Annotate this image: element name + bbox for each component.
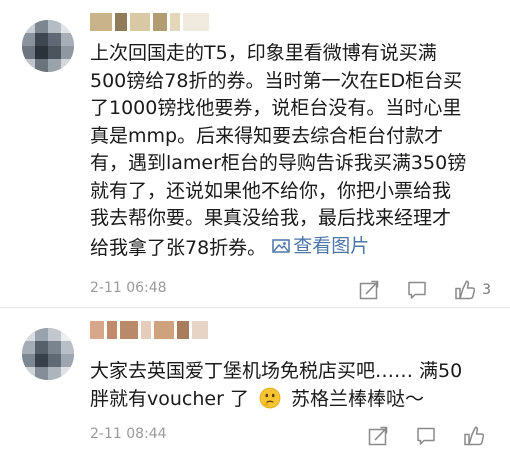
comment-line: 我去帮你要。果真没给我，最后找来经理才 xyxy=(90,207,452,229)
view-images-link[interactable]: 查看图片 xyxy=(272,233,369,261)
comment-icon xyxy=(408,281,426,299)
comment-text: 上次回国走的T5，印象里看微博有说买满 500镑给78折的券。当时第一次在ED柜… xyxy=(90,40,495,260)
like-count: 3 xyxy=(482,282,491,298)
username-blurred[interactable] xyxy=(90,10,209,34)
share-button[interactable] xyxy=(356,278,382,302)
comment-line: 了1000镑找他要券，说柜台没有。当时心里 xyxy=(90,97,462,119)
comment-line: 有，遇到lamer柜台的导购告诉我买满350镑 xyxy=(90,152,467,174)
image-icon xyxy=(272,239,290,253)
comment-line: 给我拿了张78折券。 xyxy=(90,236,267,259)
comment-last-line: 给我拿了张78折券。 查看图片 xyxy=(90,233,495,261)
comment-meta: 2-11 06:48 3 xyxy=(90,278,495,302)
username-blurred[interactable] xyxy=(90,318,208,342)
comment-line: 上次回国走的T5，印象里看微博有说买满 xyxy=(90,42,437,64)
comment-line: 500镑给78折的券。当时第一次在ED柜台买 xyxy=(90,69,463,92)
timestamp: 2-11 06:48 xyxy=(90,280,167,296)
like-icon-wrap xyxy=(452,278,478,302)
comment-button[interactable] xyxy=(413,424,439,448)
thumbs-up-icon xyxy=(455,280,476,300)
like-button[interactable] xyxy=(461,424,491,448)
comment-item: 大家去英国爱丁堡机场免税店买吧…… 满50 胖就有voucher 了 苏格兰棒棒… xyxy=(0,308,510,458)
comment-line: 大家去英国爱丁堡机场免税店买吧…… 满50 xyxy=(90,360,463,382)
comment-line: 真是mmp。后来得知要去综合柜台付款才 xyxy=(90,124,444,147)
avatar[interactable] xyxy=(22,328,74,380)
view-images-label: 查看图片 xyxy=(293,234,370,257)
share-icon xyxy=(368,426,388,446)
share-button[interactable] xyxy=(365,424,391,448)
comment-meta: 2-11 08:44 xyxy=(90,424,495,448)
comment-actions: 3 xyxy=(334,278,491,302)
comment-icon xyxy=(417,427,435,445)
avatar[interactable] xyxy=(22,20,74,72)
comment-last-line: 胖就有voucher 了 苏格兰棒棒哒～ xyxy=(90,386,495,414)
thinking-emoji-icon xyxy=(259,387,281,408)
comment-button[interactable] xyxy=(404,278,430,302)
share-icon xyxy=(359,280,379,300)
comment-line: 胖就有voucher 了 xyxy=(90,387,249,410)
comment-text: 大家去英国爱丁堡机场免税店买吧…… 满50 胖就有voucher 了 苏格兰棒棒… xyxy=(90,358,495,413)
comment-actions xyxy=(343,424,491,448)
comment-line: 苏格兰棒棒哒～ xyxy=(291,387,425,410)
timestamp: 2-11 08:44 xyxy=(90,426,167,442)
like-button[interactable]: 3 xyxy=(452,278,491,302)
like-icon-wrap xyxy=(461,424,487,448)
thumbs-up-icon xyxy=(464,426,485,446)
comment-item: 上次回国走的T5，印象里看微博有说买满 500镑给78折的券。当时第一次在ED柜… xyxy=(0,0,510,308)
comment-line: 就有了，还说如果他不给你，你把小票给我 xyxy=(90,179,452,202)
